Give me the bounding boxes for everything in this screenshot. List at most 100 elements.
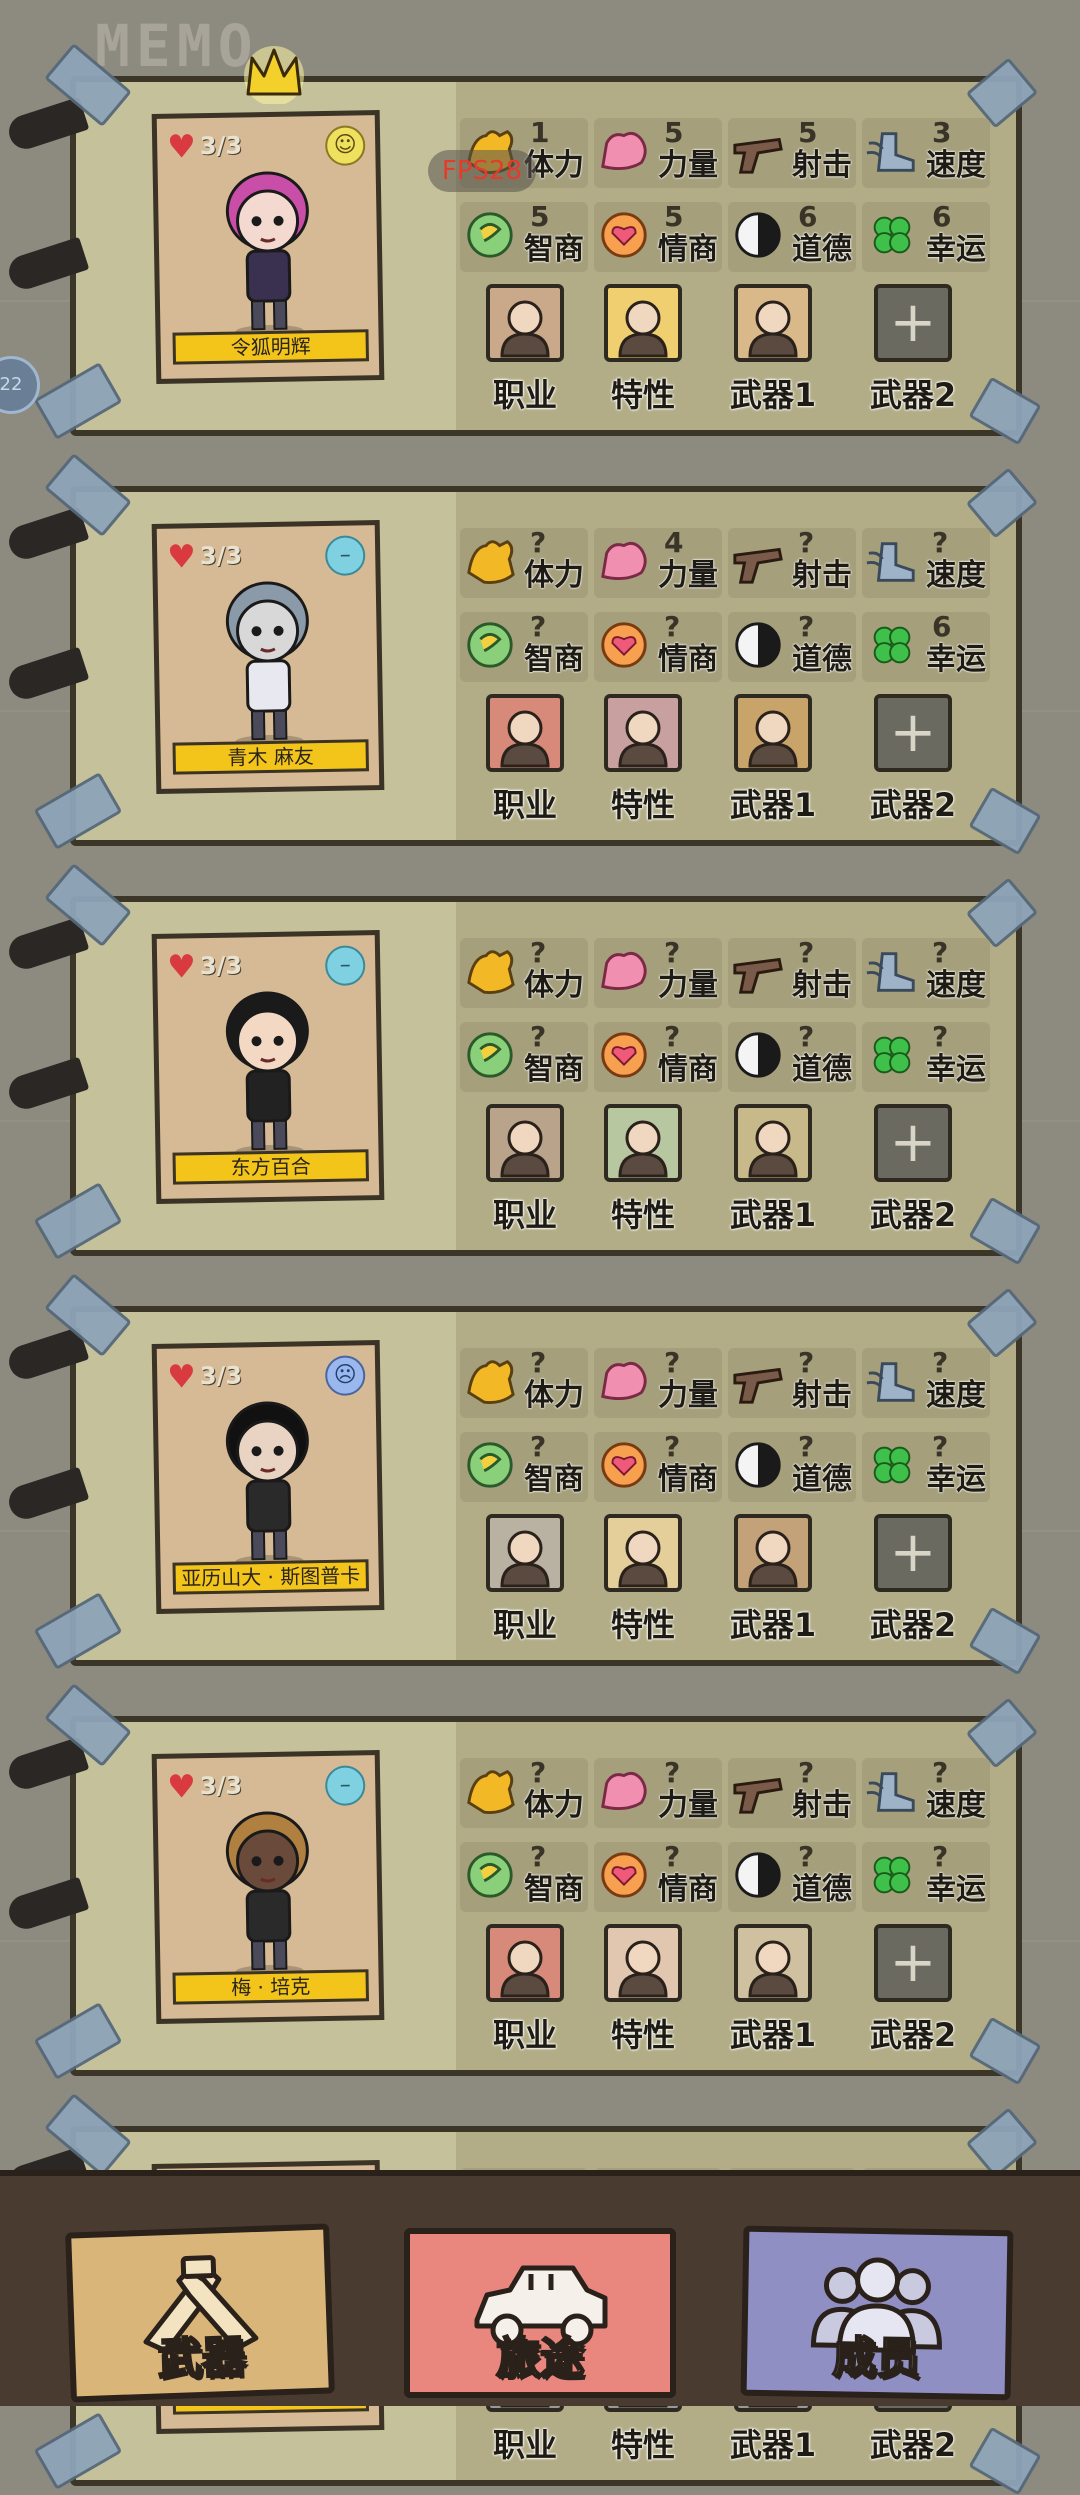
character-name: 亚历山大 · 斯图普卡 (172, 1559, 370, 1595)
neutral-face-icon: – (324, 535, 366, 576)
stat-heart-face: ? 情商 (594, 610, 722, 682)
half-mask-icon (735, 1032, 781, 1078)
stat-muscle-arm: ? 体力 (460, 526, 588, 598)
stat-half-mask: ? 道德 (728, 610, 856, 682)
job-slot[interactable] (486, 1104, 564, 1182)
stat-label: 体力 (524, 1788, 584, 1823)
heart-face-icon (601, 622, 647, 668)
stat-label: 射击 (792, 148, 852, 183)
hp-indicator: ♥ 3/3 (167, 537, 243, 575)
weapon2-empty-slot[interactable]: + (874, 1104, 952, 1182)
members-tab-label: 成员 (831, 2331, 922, 2386)
stat-label: 智商 (524, 232, 584, 267)
detective-job-icon (500, 1120, 550, 1178)
donut-weapon-icon (748, 1530, 798, 1588)
weapon1-slot[interactable] (734, 1514, 812, 1592)
journey-tab-button[interactable]: 旅途 (404, 2228, 676, 2398)
weapon1-slot[interactable] (734, 1924, 812, 2002)
job-slot[interactable] (486, 1924, 564, 2002)
wooden-plank-weapon-icon (748, 710, 798, 768)
winged-boot-icon (866, 1362, 915, 1402)
stat-label: 幸运 (926, 1872, 986, 1907)
trait-slot[interactable] (604, 694, 682, 772)
member-card[interactable]: ♥ 3/3 – 梅 · 培克 ? 体力 ? 力量 ? 射击 ? 速度 ? 智商 … (4, 1682, 1042, 2086)
weapon2-slot-label: 武器2 (869, 1196, 957, 1234)
weapons-tab-button[interactable]: 武器 (65, 2223, 335, 2403)
weapon1-slot[interactable] (734, 284, 812, 362)
side-floating-badge[interactable]: 22 (0, 356, 40, 414)
bald-thug-job-icon (500, 300, 550, 358)
character-name: 梅 · 培克 (172, 1969, 370, 2005)
stat-pistol: 5 射击 (728, 116, 856, 188)
trait-slot[interactable] (604, 284, 682, 362)
weapon1-slot[interactable] (734, 694, 812, 772)
member-card[interactable]: ♥ 3/3 – 青木 麻友 ? 体力 4 力量 ? 射击 ? 速度 ? 智商 ?… (4, 452, 1042, 856)
job-slot-label: 职业 (492, 1606, 557, 1644)
stat-flexed-bicep: ? 力量 (594, 1346, 722, 1418)
job-slot[interactable] (486, 694, 564, 772)
stat-label: 速度 (926, 968, 986, 1003)
stat-label: 速度 (926, 1378, 986, 1413)
character-portrait[interactable]: ♥ 3/3 – 青木 麻友 (151, 520, 385, 794)
heart-face-icon (601, 1442, 647, 1488)
weapon2-empty-slot[interactable]: + (874, 1514, 952, 1592)
weapon1-slot[interactable] (734, 1104, 812, 1182)
job-slot-label: 职业 (492, 786, 557, 824)
fps-counter: FPS28 (428, 150, 536, 192)
brain-icon (467, 622, 513, 668)
plus-icon: + (889, 290, 937, 355)
raised-fist-trait-icon (618, 300, 668, 358)
stat-label: 情商 (658, 232, 718, 267)
winged-boot-icon (866, 1772, 915, 1812)
character-portrait[interactable]: ♥ 3/3 – 东方百合 (151, 930, 385, 1204)
character-figure (225, 581, 309, 748)
stat-muscle-arm: ? 体力 (460, 936, 588, 1008)
weapon1-slot-label: 武器1 (729, 2426, 817, 2464)
heart-face-icon (601, 212, 647, 258)
weapon1-slot-label: 武器1 (729, 2016, 817, 2054)
trait-slot[interactable] (604, 1924, 682, 2002)
brain-icon (467, 1032, 513, 1078)
character-figure (225, 991, 309, 1158)
character-portrait[interactable]: ♥ 3/3 – 梅 · 培克 (151, 1750, 385, 2024)
stat-label: 速度 (926, 558, 986, 593)
member-card[interactable]: ♥ 3/3 ☺ 令狐明辉 1 体力 5 力量 5 射击 3 速度 5 智商 5 … (4, 42, 1042, 446)
stat-label: 情商 (658, 1052, 718, 1087)
stat-heart-face: ? 情商 (594, 1020, 722, 1092)
hp-indicator: ♥ 3/3 (167, 1357, 242, 1395)
character-portrait[interactable]: ♥ 3/3 ☹ 亚历山大 · 斯图普卡 (151, 1340, 385, 1614)
members-tab-button[interactable]: 成员 (740, 2225, 1014, 2401)
half-mask-icon (735, 1852, 781, 1898)
pistol-icon (733, 547, 783, 584)
job-slot[interactable] (486, 284, 564, 362)
hp-value: 3/3 (199, 541, 243, 571)
weapon2-empty-slot[interactable]: + (874, 284, 952, 362)
stat-pistol: ? 射击 (728, 1756, 856, 1828)
stat-brain: ? 智商 (460, 1840, 588, 1912)
stat-clover: ? 幸运 (862, 1840, 990, 1912)
stat-label: 体力 (524, 968, 584, 1003)
weapon2-slot-label: 武器2 (869, 786, 957, 824)
member-card[interactable]: ♥ 3/3 – 东方百合 ? 体力 ? 力量 ? 射击 ? 速度 ? 智商 ? … (4, 862, 1042, 1266)
trait-slot[interactable] (604, 1104, 682, 1182)
leader-crown-icon (244, 46, 304, 104)
stat-heart-face: 5 情商 (594, 200, 722, 272)
heart-face-icon (601, 1032, 647, 1078)
trait-slot[interactable] (604, 1514, 682, 1592)
stat-clover: 6 幸运 (862, 200, 990, 272)
member-card[interactable]: ♥ 3/3 ☹ 亚历山大 · 斯图普卡 ? 体力 ? 力量 ? 射击 ? 速度 … (4, 1272, 1042, 1676)
blond-guy-trait-icon (618, 1530, 668, 1588)
stat-winged-boot: 3 速度 (862, 116, 990, 188)
flexed-bicep-icon (601, 131, 647, 171)
character-portrait[interactable]: ♥ 3/3 ☺ 令狐明辉 (151, 110, 385, 384)
clover-icon (873, 216, 911, 254)
job-slot[interactable] (486, 1514, 564, 1592)
hp-indicator: ♥ 3/3 (167, 947, 242, 985)
trait-slot-label: 特性 (610, 1196, 675, 1234)
weapon2-empty-slot[interactable]: + (874, 1924, 952, 2002)
stat-label: 智商 (524, 1872, 584, 1907)
stat-winged-boot: ? 速度 (862, 526, 990, 598)
stat-brain: ? 智商 (460, 1430, 588, 1502)
weapon2-empty-slot[interactable]: + (874, 694, 952, 772)
stat-half-mask: ? 道德 (728, 1430, 856, 1502)
